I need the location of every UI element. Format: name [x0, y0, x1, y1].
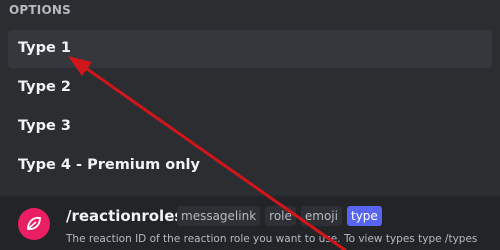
slash-command-autocomplete: OPTIONS Type 1 Type 2 Type 3 Type 4 - Pr…: [0, 0, 500, 250]
param-messagelink[interactable]: messagelink: [177, 206, 261, 226]
command-name: /reactionroles: [66, 207, 184, 225]
option-type-2[interactable]: Type 2: [8, 69, 492, 107]
command-preview[interactable]: /reactionroles messagelink role emoji ty…: [0, 196, 500, 250]
option-type-3[interactable]: Type 3: [8, 108, 492, 146]
param-emoji[interactable]: emoji: [300, 206, 342, 226]
command-description: The reaction ID of the reaction role you…: [66, 233, 478, 245]
reaction-roles-app-icon: [18, 208, 50, 240]
options-header: OPTIONS: [9, 3, 71, 17]
param-type-active[interactable]: type: [346, 206, 382, 226]
option-type-4-premium[interactable]: Type 4 - Premium only: [8, 147, 492, 185]
leaf-logo-icon: [27, 216, 41, 230]
option-type-1[interactable]: Type 1: [8, 30, 492, 68]
param-role[interactable]: role: [265, 206, 296, 226]
options-list: Type 1 Type 2 Type 3 Type 4 - Premium on…: [8, 30, 492, 186]
command-params: messagelink role emoji type: [177, 206, 382, 226]
